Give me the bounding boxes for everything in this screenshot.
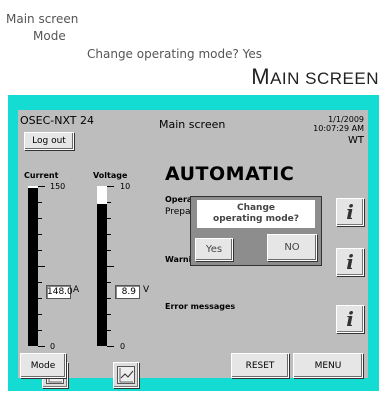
date: 1/1/2009 bbox=[328, 115, 364, 124]
voltage-trend-button[interactable] bbox=[113, 362, 139, 388]
screen-title: Main screen bbox=[159, 118, 226, 131]
scale-tick bbox=[107, 234, 111, 235]
dialog-message-line-2: operating mode? bbox=[213, 214, 299, 224]
time: 10:07:29 AM bbox=[313, 124, 364, 133]
dialog-message: Change operating mode? bbox=[197, 200, 315, 228]
logout-button[interactable]: Log out bbox=[24, 132, 74, 150]
mode-button[interactable]: Mode bbox=[20, 353, 66, 378]
voltage-min: 0 bbox=[120, 342, 126, 351]
breadcrumb-level-3[interactable]: Change operating mode? Yes bbox=[87, 47, 262, 61]
scale-tick bbox=[38, 202, 42, 203]
operating-info-button[interactable]: i bbox=[336, 198, 364, 226]
breadcrumb-level-2[interactable]: Mode bbox=[33, 29, 66, 43]
scale-tick bbox=[38, 266, 45, 267]
scale-tick bbox=[107, 186, 114, 187]
current-min: 0 bbox=[50, 342, 56, 351]
error-info-button[interactable]: i bbox=[336, 305, 364, 333]
scale-tick bbox=[38, 186, 45, 187]
dialog-yes-button[interactable]: Yes bbox=[195, 238, 233, 261]
menu-button[interactable]: MENU bbox=[293, 353, 363, 378]
change-mode-dialog: Change operating mode? Yes NO bbox=[190, 196, 322, 266]
voltage-label: Voltage bbox=[93, 171, 128, 180]
scale-tick bbox=[38, 298, 42, 299]
voltage-unit: V bbox=[143, 285, 150, 295]
scale-tick bbox=[107, 202, 111, 203]
breadcrumb-level-1[interactable]: Main screen bbox=[6, 12, 78, 26]
current-ticks bbox=[38, 186, 46, 347]
reset-button[interactable]: RESET bbox=[231, 353, 289, 378]
page-heading: MAIN SCREEN bbox=[251, 64, 379, 89]
dialog-message-line-1: Change bbox=[236, 203, 276, 213]
scale-tick bbox=[38, 250, 42, 251]
current-label: Current bbox=[24, 171, 59, 180]
voltage-max: 10 bbox=[120, 182, 131, 191]
scale-tick bbox=[107, 282, 111, 283]
scale-tick bbox=[38, 218, 42, 219]
voltage-bar-fill bbox=[97, 186, 107, 204]
current-bar bbox=[28, 186, 38, 346]
scale-tick bbox=[107, 330, 111, 331]
voltage-value: 8.9 bbox=[115, 285, 140, 299]
current-max: 150 bbox=[50, 182, 66, 191]
scale-tick bbox=[107, 218, 111, 219]
device-name: OSEC-NXT 24 bbox=[20, 114, 95, 127]
scale-tick bbox=[107, 346, 114, 347]
scale-tick bbox=[38, 330, 42, 331]
error-messages-label: Error messages bbox=[165, 302, 236, 311]
scale-tick bbox=[107, 266, 114, 267]
scale-tick bbox=[107, 314, 111, 315]
warnings-info-button[interactable]: i bbox=[336, 248, 364, 276]
scale-tick bbox=[107, 298, 111, 299]
voltage-ticks bbox=[107, 186, 115, 347]
current-value: 148.0 bbox=[46, 285, 73, 299]
dialog-no-button[interactable]: NO bbox=[267, 234, 317, 261]
scale-tick bbox=[38, 282, 42, 283]
scale-tick bbox=[38, 346, 45, 347]
scale-tick bbox=[38, 234, 42, 235]
current-unit: A bbox=[73, 285, 80, 295]
operating-mode-display: AUTOMATIC bbox=[165, 163, 295, 185]
mode-code: WT bbox=[348, 135, 364, 146]
current-bar-fill bbox=[28, 186, 38, 188]
chart-icon bbox=[117, 366, 135, 384]
scale-tick bbox=[107, 250, 111, 251]
scale-tick bbox=[38, 314, 42, 315]
voltage-bar bbox=[97, 186, 107, 346]
